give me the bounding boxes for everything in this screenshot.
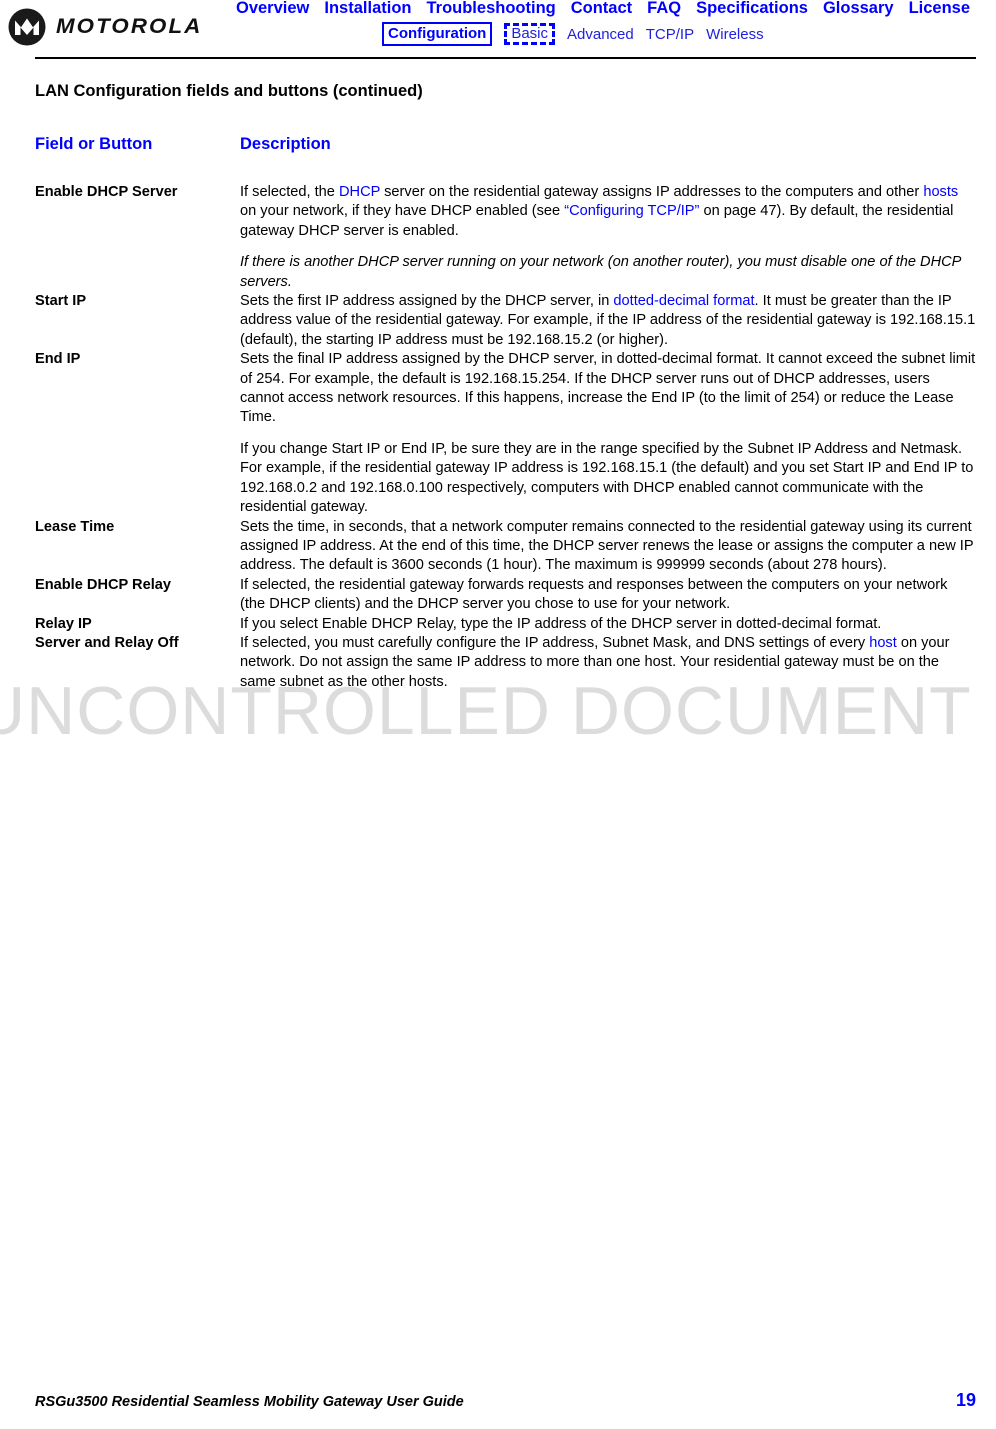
description-text: If selected, the residential gateway for… bbox=[240, 576, 948, 613]
field-label: End IP bbox=[35, 351, 81, 368]
description-paragraph: If you change Start IP or End IP, be sur… bbox=[240, 440, 976, 518]
description-paragraph: Sets the final IP address assigned by th… bbox=[240, 350, 976, 428]
table-row: Enable DHCP Relay If selected, the reside… bbox=[35, 576, 976, 615]
table-row: Enable DHCP Server If selected, the DHCP … bbox=[35, 183, 976, 292]
description-paragraph: If selected, the residential gateway for… bbox=[240, 576, 976, 615]
field-description: If selected, the DHCP server on the resi… bbox=[240, 183, 976, 292]
inline-link[interactable]: host bbox=[869, 635, 897, 651]
nav-link-basic[interactable]: Basic bbox=[504, 23, 556, 45]
description-paragraph: Sets the time, in seconds, that a networ… bbox=[240, 518, 976, 576]
description-text: If selected, you must carefully configur… bbox=[240, 634, 870, 651]
motorola-wordmark: MOTOROLA bbox=[56, 15, 203, 38]
inline-link[interactable]: DHCP bbox=[339, 184, 380, 200]
description-text: If you change Start IP or End IP, be sur… bbox=[240, 440, 974, 516]
description-paragraph: If you select Enable DHCP Relay, type th… bbox=[240, 615, 976, 634]
field-description: Sets the final IP address assigned by th… bbox=[240, 350, 976, 517]
inline-link[interactable]: “Configuring TCP/IP” bbox=[564, 203, 699, 219]
description-paragraph: If selected, you must carefully configur… bbox=[240, 634, 976, 692]
table-row: Start IP Sets the first IP address assign… bbox=[35, 292, 976, 350]
table-row: Lease Time Sets the time, in seconds, tha… bbox=[35, 518, 976, 576]
page-footer: RSGu3500 Residential Seamless Mobility G… bbox=[35, 1390, 976, 1411]
description-text: server on the residential gateway assign… bbox=[380, 184, 924, 200]
field-label: Enable DHCP Server bbox=[35, 184, 178, 200]
table-body: Enable DHCP Server If selected, the DHCP … bbox=[35, 183, 976, 692]
field-label: Start IP bbox=[35, 293, 87, 310]
inline-link[interactable]: hosts bbox=[923, 184, 958, 200]
field-label: Enable DHCP Relay bbox=[35, 576, 171, 593]
footer-page-number: 19 bbox=[955, 1390, 976, 1410]
description-text: Sets the final IP address assigned by th… bbox=[240, 351, 976, 426]
table-header-row: Field or Button Description bbox=[35, 135, 976, 183]
nav-link-troubleshooting[interactable]: Troubleshooting bbox=[426, 0, 555, 17]
nav-link-license[interactable]: License bbox=[909, 0, 970, 17]
nav-link-advanced[interactable]: Advanced bbox=[567, 27, 634, 42]
field-description: Sets the time, in seconds, that a networ… bbox=[240, 518, 976, 576]
page-title: LAN Configuration fields and buttons (co… bbox=[35, 82, 423, 100]
description-text: If there is another DHCP server running … bbox=[240, 254, 961, 290]
description-text: on your network, if they have DHCP enabl… bbox=[240, 203, 565, 220]
field-description: If selected, the residential gateway for… bbox=[240, 576, 976, 615]
lan-configuration-fields-table: Field or Button Description Enable DHCP … bbox=[35, 135, 976, 692]
field-label: Lease Time bbox=[35, 518, 115, 535]
description-text: Sets the time, in seconds, that a networ… bbox=[240, 518, 974, 574]
column-header-description: Description bbox=[240, 135, 331, 153]
field-label: Server and Relay Off bbox=[35, 634, 179, 651]
nav-link-configuration[interactable]: Configuration bbox=[382, 22, 493, 46]
description-text: If selected, the bbox=[240, 184, 339, 200]
nav-link-faq[interactable]: FAQ bbox=[647, 0, 681, 17]
nav-link-contact[interactable]: Contact bbox=[571, 0, 632, 17]
page-header: MOTOROLA Overview Installation Troublesh… bbox=[0, 0, 996, 64]
field-description: Sets the first IP address assigned by th… bbox=[240, 292, 976, 350]
secondary-nav: Configuration Basic Advanced TCP/IP Wire… bbox=[382, 22, 764, 46]
column-header-field: Field or Button bbox=[35, 135, 153, 153]
description-text: If you select Enable DHCP Relay, type th… bbox=[240, 615, 882, 632]
description-paragraph: If selected, the DHCP server on the resi… bbox=[240, 183, 976, 241]
description-text: Sets the first IP address assigned by th… bbox=[240, 293, 614, 310]
nav-link-specifications[interactable]: Specifications bbox=[696, 0, 808, 17]
field-description: If you select Enable DHCP Relay, type th… bbox=[240, 615, 976, 634]
header-divider bbox=[35, 57, 976, 59]
table-row: Relay IP If you select Enable DHCP Relay,… bbox=[35, 615, 976, 634]
description-paragraph: Sets the first IP address assigned by th… bbox=[240, 292, 976, 350]
inline-link[interactable]: dotted-decimal format bbox=[613, 293, 754, 309]
primary-nav: Overview Installation Troubleshooting Co… bbox=[236, 0, 970, 17]
footer-document-title: RSGu3500 Residential Seamless Mobility G… bbox=[35, 1394, 464, 1410]
field-description: If selected, you must carefully configur… bbox=[240, 634, 976, 692]
nav-link-tcpip[interactable]: TCP/IP bbox=[646, 27, 694, 42]
table-row: End IP Sets the final IP address assigned… bbox=[35, 350, 976, 517]
nav-link-wireless[interactable]: Wireless bbox=[706, 27, 764, 42]
motorola-logo: MOTOROLA bbox=[8, 8, 200, 46]
description-paragraph: If there is another DHCP server running … bbox=[240, 253, 976, 292]
nav-link-overview[interactable]: Overview bbox=[236, 0, 309, 17]
nav-link-glossary[interactable]: Glossary bbox=[823, 0, 894, 17]
field-label: Relay IP bbox=[35, 615, 92, 632]
page-content: LAN Configuration fields and buttons (co… bbox=[35, 82, 976, 692]
motorola-batwing-logo-icon bbox=[8, 8, 46, 46]
nav-link-installation[interactable]: Installation bbox=[324, 0, 411, 17]
table-row: Server and Relay Off If selected, you mus… bbox=[35, 634, 976, 692]
